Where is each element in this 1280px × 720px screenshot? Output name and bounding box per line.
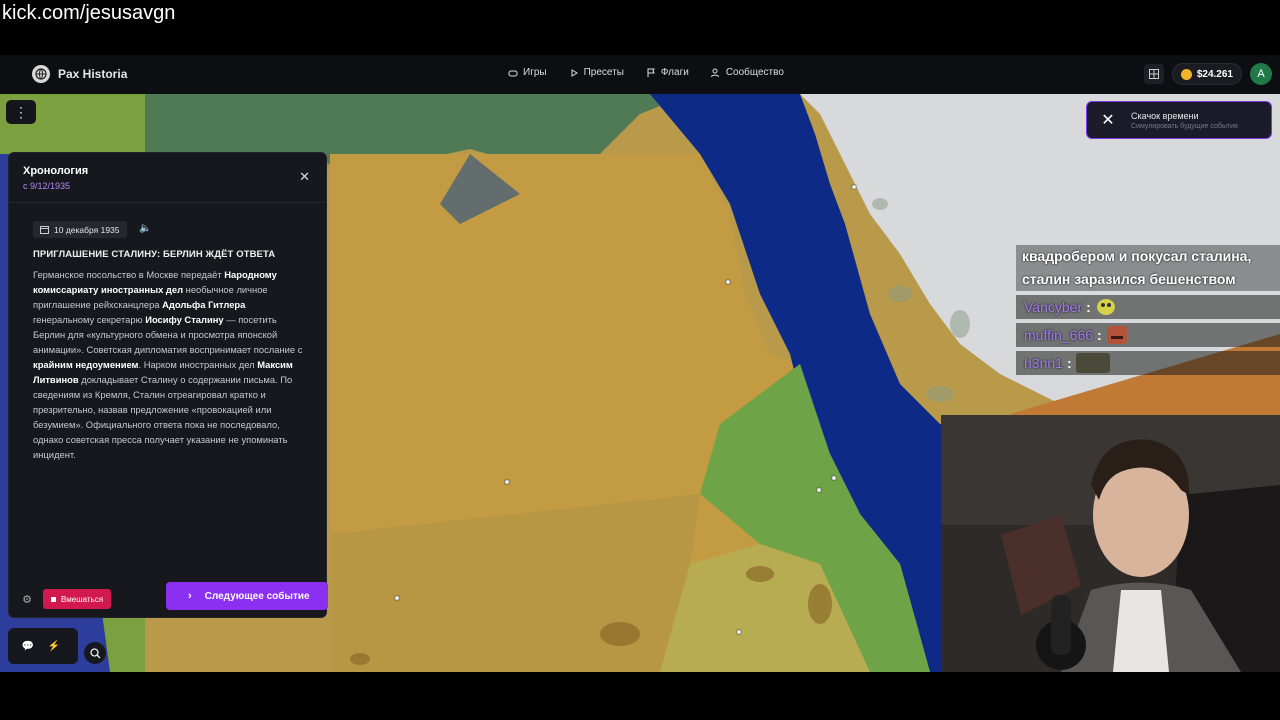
chat-username: muffin_666: [1024, 327, 1094, 343]
bottom-toolbar: 💬 ⚡: [8, 628, 78, 664]
chat-row: muffin_666:: [1016, 323, 1280, 347]
streamer-webcam: [941, 415, 1280, 672]
timeline-title: Хронология: [23, 165, 89, 177]
speaker-icon[interactable]: 🔈: [139, 223, 151, 234]
nav-presets[interactable]: Пресеты: [569, 67, 624, 78]
chat-icon[interactable]: 💬: [20, 638, 36, 654]
time-jump-title: Скачок времени: [1131, 110, 1199, 121]
chat-row: h3nn1:: [1016, 351, 1280, 375]
play-icon: [571, 68, 578, 77]
search-icon: [89, 647, 100, 658]
settings-icon[interactable]: ⚙: [19, 591, 35, 607]
users-icon: [710, 68, 719, 77]
clip-emote: [1075, 353, 1110, 373]
next-event-label: Следующее событие: [204, 590, 310, 602]
timeline-footer: ⚙ Вмешаться › Следующее событие: [9, 579, 328, 619]
stream-chat-overlay: квадробером и покусал сталина, сталин за…: [1016, 245, 1280, 395]
chevron-right-icon: ›: [188, 590, 192, 602]
nav-games[interactable]: Игры: [508, 67, 547, 78]
avatar[interactable]: A: [1250, 63, 1272, 85]
intervene-label: Вмешаться: [61, 594, 104, 604]
time-jump-button[interactable]: ✕ Скачок времени Симулировать будущие со…: [1086, 101, 1272, 139]
nav-flags[interactable]: Флаги: [646, 67, 689, 78]
nav-label: Флаги: [660, 67, 689, 78]
timeline-since: с 9/12/1935: [23, 181, 71, 191]
globe-icon: [32, 65, 50, 83]
stop-icon: [51, 596, 56, 602]
pepe-emote: [1096, 299, 1115, 315]
intervene-button[interactable]: Вмешаться: [43, 589, 112, 609]
chat-username: Vancyber: [1024, 299, 1083, 315]
app-name: Pax Historia: [58, 67, 128, 81]
top-right-controls: $24.261 A: [1143, 63, 1272, 85]
top-bar: Pax Historia Игры Пресеты Флаги Сообщест…: [0, 55, 1280, 94]
nav-community[interactable]: Сообщество: [710, 67, 784, 78]
next-event-button[interactable]: › Следующее событие: [166, 582, 328, 610]
timeline-header: Хронология с 9/12/1935 ✕: [9, 153, 326, 203]
close-icon[interactable]: ✕: [299, 169, 310, 185]
main-nav: Игры Пресеты Флаги Сообщество: [508, 67, 784, 78]
stream-url: kick.com/jesusavgn: [2, 2, 176, 24]
chat-username: h3nn1: [1024, 355, 1063, 371]
close-icon[interactable]: ✕: [1095, 107, 1121, 133]
logo[interactable]: Pax Historia: [32, 65, 127, 83]
more-vertical-icon: ⋮: [14, 103, 28, 120]
coin-icon: [1180, 68, 1192, 80]
chat-message-partial: квадробером и покусал сталина, сталин за…: [1016, 245, 1280, 291]
flag-icon: [647, 68, 655, 77]
chat-row: Vancyber:: [1016, 295, 1280, 319]
face-emote: [1106, 326, 1127, 344]
gamepad-icon: [508, 70, 518, 76]
time-jump-subtitle: Симулировать будущие события: [1131, 122, 1238, 130]
nav-label: Сообщество: [725, 67, 784, 78]
grid-button[interactable]: [1143, 64, 1164, 84]
menu-button[interactable]: ⋮: [6, 100, 36, 124]
event-date: 10 декабря 1935: [54, 224, 120, 235]
balance-value: $24.261: [1196, 68, 1233, 80]
nav-label: Игры: [523, 67, 547, 78]
event-date-chip: 10 декабря 1935: [33, 221, 127, 238]
lightning-icon[interactable]: ⚡: [46, 638, 62, 654]
event-body: Германское посольство в Москве передаёт …: [33, 269, 303, 460]
search-button[interactable]: [84, 642, 106, 664]
calendar-icon: [40, 226, 49, 234]
grid-icon: [1148, 69, 1159, 79]
nav-label: Пресеты: [583, 67, 624, 78]
balance-badge[interactable]: $24.261: [1171, 63, 1242, 85]
timeline-panel: Хронология с 9/12/1935 ✕ 10 декабря 1935…: [8, 152, 328, 619]
event-title: ПРИГЛАШЕНИЕ СТАЛИНУ: БЕРЛИН ЖДЁТ ОТВЕТА: [33, 249, 276, 260]
